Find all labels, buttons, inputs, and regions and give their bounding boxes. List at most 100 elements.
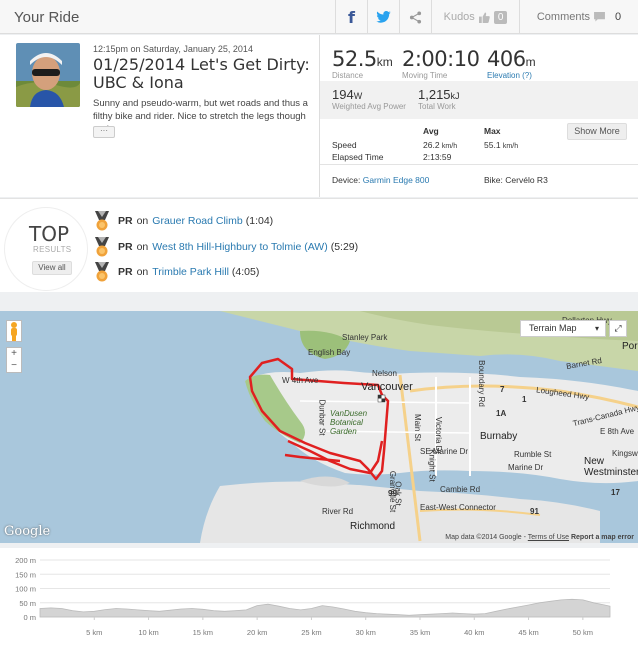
- map-label-port: Por: [622, 341, 638, 352]
- terms-of-use-link[interactable]: Terms of Use: [528, 534, 569, 541]
- work-unit: kJ: [450, 91, 460, 101]
- google-logo: Google: [4, 524, 51, 539]
- activity-title: 01/25/2014 Let's Get Dirty: UBC & Iona: [93, 55, 310, 92]
- y-tick-label: 200 m: [15, 556, 36, 565]
- stat-moving-time: 2:00:10 Moving Time: [402, 47, 480, 80]
- results-label: RESULTS: [33, 245, 72, 254]
- twitter-share-button[interactable]: [367, 0, 399, 34]
- distance-unit: km: [376, 55, 393, 69]
- segment-link[interactable]: Grauer Road Climb: [152, 215, 242, 227]
- elevation-help-link[interactable]: Elevation (?): [487, 71, 536, 80]
- map-label-boundary: Boundary Rd: [476, 360, 486, 407]
- map-type-select[interactable]: Terrain Map ▾: [520, 320, 606, 337]
- map-label-burnaby: Burnaby: [480, 431, 518, 442]
- map-label-hwy91: 91: [530, 507, 539, 516]
- fullscreen-button[interactable]: ⤢: [609, 320, 627, 337]
- map-label-kingsway: Kingsway: [612, 449, 638, 458]
- street-view-pegman-icon[interactable]: [6, 320, 22, 342]
- map-data-credit: Map data ©2014 Google: [445, 534, 522, 541]
- pr-time: (4:05): [231, 266, 260, 278]
- report-map-error-link[interactable]: Report a map error: [571, 534, 634, 541]
- map-label-e8th: E 8th Ave: [600, 427, 635, 436]
- facebook-share-button[interactable]: f: [335, 0, 367, 34]
- speed-avg-value: 26.2: [423, 140, 440, 150]
- pr-row: PR on West 8th Hill-Highbury to Tolmie (…: [93, 237, 358, 257]
- col-avg-header: Avg: [423, 126, 439, 136]
- pr-time: (5:29): [330, 241, 359, 253]
- elevation-value: 406: [487, 47, 526, 71]
- col-max-header: Max: [484, 126, 501, 136]
- activity-info: 12:15pm on Saturday, January 25, 2014 01…: [0, 35, 319, 197]
- x-tick-label: 5 km: [86, 628, 102, 637]
- pr-medal-icon: [95, 211, 109, 231]
- bike-label: Bike:: [484, 175, 503, 185]
- segment-link[interactable]: Trimble Park Hill: [152, 266, 229, 278]
- pr-badge: PR: [118, 215, 133, 227]
- map-label-stanley-park: Stanley Park: [342, 333, 388, 342]
- map-label-hwy99: 99: [388, 489, 397, 498]
- map-label-hwy7: 7: [500, 385, 505, 394]
- elevation-plot: 200 m 150 m 100 m 50 m 0 m 5 km 10 km 15 km 20 k…: [15, 556, 611, 637]
- comments-button[interactable]: Comments 0: [519, 0, 638, 34]
- map-label-richmond: Richmond: [350, 521, 396, 532]
- activity-description: Sunny and pseudo-warm, but wet roads and…: [93, 98, 308, 135]
- elevation-chart[interactable]: 200 m 150 m 100 m 50 m 0 m 5 km 10 km 15 km 20 k…: [0, 548, 638, 649]
- map-label-river-rd: River Rd: [322, 507, 354, 516]
- pr-medal-icon: [95, 262, 109, 282]
- map-label-hwy1: 1: [522, 395, 527, 404]
- map-label-knight: Knight St: [427, 449, 437, 482]
- x-tick-label: 40 km: [464, 628, 484, 637]
- map-label-hwy1a: 1A: [496, 409, 507, 418]
- zoom-control: + −: [6, 347, 22, 373]
- pr-on: on: [136, 266, 149, 278]
- segment-link[interactable]: West 8th Hill-Highbury to Tolmie (AW): [152, 241, 327, 253]
- device-label: Device:: [332, 175, 361, 185]
- moving-time-label: Moving Time: [402, 71, 448, 80]
- elevation-unit: m: [525, 55, 536, 69]
- route-map[interactable]: Stanley Park English Bay Vancouver W 4th…: [0, 311, 638, 543]
- thumbs-up-icon: [478, 11, 490, 23]
- zoom-in-button[interactable]: +: [7, 348, 21, 360]
- view-all-button[interactable]: View all: [32, 261, 72, 275]
- map-label-east-west: East-West Connector: [420, 503, 496, 512]
- pr-badge: PR: [118, 266, 133, 278]
- map-label-vandusen: VanDusen Botanical Garden: [330, 409, 368, 436]
- facebook-icon: f: [348, 7, 355, 27]
- kudos-count: 0: [493, 10, 508, 24]
- pr-row: PR on Grauer Road Climb (1:04): [93, 211, 273, 231]
- share-button[interactable]: [399, 0, 431, 34]
- distance-label: Distance: [332, 71, 364, 80]
- map-label-hwy17: 17: [611, 488, 620, 497]
- x-tick-label: 10 km: [138, 628, 158, 637]
- page-title: Your Ride: [14, 9, 80, 26]
- zoom-out-button[interactable]: −: [7, 360, 21, 372]
- x-tick-label: 45 km: [518, 628, 538, 637]
- kudos-button[interactable]: Kudos 0: [431, 0, 519, 34]
- map-label-new-westminster: New Westminster: [584, 456, 638, 478]
- pr-time: (1:04): [245, 215, 274, 227]
- divider: [320, 164, 638, 165]
- expand-description-button[interactable]: ···: [93, 126, 115, 138]
- show-more-button[interactable]: Show More: [567, 123, 627, 140]
- achievements-section: TOP RESULTS View all PR on Grauer Road C…: [0, 198, 638, 292]
- top-label: TOP: [29, 222, 70, 246]
- ride-header: Your Ride f Kudos 0 Comments 0: [0, 0, 638, 34]
- moving-time-value: 2:00:10: [402, 47, 480, 71]
- stat-distance: 52.5km Distance: [332, 47, 393, 80]
- chevron-down-icon: ▾: [594, 324, 599, 333]
- stat-elevation: 406m Elevation (?): [487, 47, 536, 80]
- map-label-dunbar: Dunbar St: [317, 399, 327, 436]
- avatar[interactable]: [16, 43, 80, 107]
- speed-label: Speed: [332, 140, 357, 150]
- device-info: Device: Garmin Edge 800: [332, 175, 429, 185]
- work-value: 1,215: [418, 87, 451, 102]
- stat-power: 194W Weighted Avg Power: [332, 87, 406, 111]
- power-label: Weighted Avg Power: [332, 102, 406, 111]
- power-unit: W: [353, 91, 363, 101]
- x-tick-label: 15 km: [193, 628, 213, 637]
- map-label-english-bay: English Bay: [308, 348, 351, 357]
- map-label-vancouver: Vancouver: [361, 381, 413, 393]
- x-tick-label: 35 km: [410, 628, 430, 637]
- kudos-label: Kudos: [443, 11, 475, 23]
- device-link[interactable]: Garmin Edge 800: [363, 175, 430, 185]
